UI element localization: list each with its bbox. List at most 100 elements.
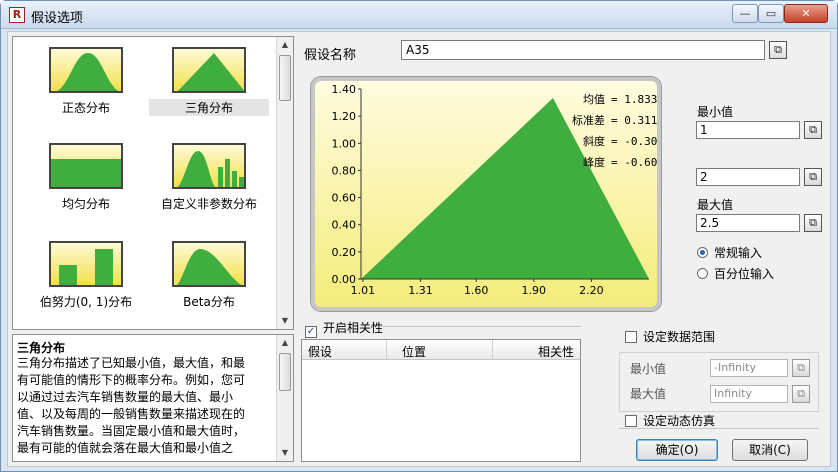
- scroll-down-icon[interactable]: ▼: [277, 445, 293, 461]
- distribution-label: 自定义非参数分布: [160, 197, 257, 211]
- description-line: 三角分布描述了已知最小值，最大值，和最: [17, 356, 246, 370]
- stat-label: 峰度: [583, 155, 605, 169]
- checkbox-label: 开启相关性: [323, 321, 384, 335]
- likely-value-input[interactable]: 2: [696, 168, 800, 186]
- distribution-item-normal[interactable]: 正态分布: [26, 47, 146, 116]
- assumption-name-label: 假设名称: [304, 48, 357, 63]
- description-scrollbar[interactable]: ▲ ▼: [276, 335, 293, 461]
- column-assumption[interactable]: 假设: [308, 343, 332, 360]
- y-tick-label: 1.20: [332, 110, 357, 123]
- cancel-button[interactable]: 取消(C): [732, 439, 808, 461]
- checkbox-label: 设定数据范围: [643, 330, 716, 344]
- cell-reference-icon[interactable]: ⧉: [792, 385, 810, 403]
- radio-unselected-icon: [697, 268, 708, 279]
- cell-reference-icon[interactable]: ⧉: [804, 121, 822, 139]
- distribution-label: 三角分布: [149, 99, 269, 116]
- min-value-label: 最小值: [697, 105, 734, 119]
- stat-label: 斜度: [583, 134, 605, 148]
- scroll-down-icon[interactable]: ▼: [277, 313, 293, 329]
- dynamic-simulation-checkbox[interactable]: 设定动态仿真: [625, 412, 715, 429]
- assumption-options-dialog: R 假设选项 — ▭ ✕ 正态分布 三角分布 均匀分布 自定义非参数分布 伯努力…: [0, 0, 838, 472]
- radio-percentile-input[interactable]: 百分位输入: [697, 265, 774, 282]
- scroll-up-icon[interactable]: ▲: [277, 37, 293, 53]
- y-tick-label: 0.80: [332, 164, 357, 177]
- distribution-description: 三角分布 三角分布描述了已知最小值，最大值，和最 有可能值的情形下的概率分布。例…: [12, 334, 294, 462]
- scroll-up-icon[interactable]: ▲: [277, 335, 293, 351]
- radio-label: 百分位输入: [714, 267, 775, 281]
- distribution-item-triangular[interactable]: 三角分布: [149, 47, 269, 116]
- scroll-thumb[interactable]: [279, 55, 291, 101]
- description-text: 三角分布描述了已知最小值，最大值，和最 有可能值的情形下的概率分布。例如，您可 …: [17, 355, 273, 457]
- close-button[interactable]: ✕: [784, 4, 828, 23]
- triangular-distribution-icon: [172, 47, 246, 93]
- normal-distribution-icon: [49, 47, 123, 93]
- maximize-button[interactable]: ▭: [758, 4, 784, 23]
- x-tick-label: 2.20: [579, 284, 604, 297]
- enable-correlation-checkbox[interactable]: ✓ 开启相关性: [305, 319, 383, 338]
- y-tick-label: 0.40: [332, 219, 357, 232]
- radio-selected-icon: [697, 247, 708, 258]
- distribution-gallery: 正态分布 三角分布 均匀分布 自定义非参数分布 伯努力(0, 1)分布 Beta…: [12, 36, 294, 330]
- description-title: 三角分布: [17, 341, 66, 355]
- beta-distribution-icon: [172, 241, 246, 287]
- range-max-label: 最大值: [630, 387, 667, 401]
- ok-button[interactable]: 确定(O): [636, 439, 718, 461]
- distribution-label: 正态分布: [61, 101, 110, 115]
- range-max-input[interactable]: Infinity: [710, 385, 788, 403]
- distribution-label: 均匀分布: [61, 197, 110, 211]
- custom-nonparametric-distribution-icon: [172, 143, 246, 189]
- stat-label: 均值: [583, 93, 605, 106]
- minimize-button[interactable]: —: [732, 4, 758, 23]
- cell-reference-icon[interactable]: ⧉: [769, 41, 787, 59]
- cell-reference-icon[interactable]: ⧉: [792, 359, 810, 377]
- y-tick-label: 1.40: [332, 83, 357, 96]
- bernoulli-distribution-icon: [49, 241, 123, 287]
- column-location[interactable]: 位置: [402, 343, 426, 360]
- stat-value: = 0.3118: [611, 114, 657, 127]
- column-divider: [386, 340, 387, 360]
- stat-value: = 1.8333: [611, 93, 657, 106]
- x-tick-label: 1.60: [464, 284, 489, 297]
- description-line: 以通过过去汽车销售数量的最大值、最小: [17, 390, 234, 404]
- section-divider: [619, 428, 819, 429]
- section-divider: [381, 326, 581, 327]
- checkbox-checked-icon: ✓: [305, 326, 317, 338]
- app-icon: R: [9, 7, 25, 23]
- checkbox-unchecked-icon: [625, 331, 637, 343]
- uniform-distribution-icon: [49, 143, 123, 189]
- gallery-scrollbar[interactable]: ▲ ▼: [276, 37, 293, 329]
- distribution-chart: 0.00 0.20 0.40 0.60 0.80 1.00 1.20 1.40 1.01 1.31…: [311, 77, 661, 311]
- y-tick-label: 1.00: [332, 137, 357, 150]
- x-tick-label: 1.01: [351, 284, 376, 297]
- window-title: 假设选项: [31, 11, 84, 26]
- distribution-item-beta[interactable]: Beta分布: [149, 241, 269, 310]
- cell-reference-icon[interactable]: ⧉: [804, 168, 822, 186]
- x-tick-label: 1.90: [522, 284, 547, 297]
- distribution-item-uniform[interactable]: 均匀分布: [26, 143, 146, 212]
- radio-normal-input[interactable]: 常规输入: [697, 244, 762, 261]
- min-value-input[interactable]: 1: [696, 121, 800, 139]
- title-bar[interactable]: R 假设选项 — ▭ ✕: [1, 1, 837, 29]
- distribution-area: [361, 98, 649, 279]
- stat-value: = -0.6000: [611, 156, 657, 169]
- description-line: 值、以及每周的一般销售数量来描述现在的: [17, 407, 246, 421]
- range-min-label: 最小值: [630, 362, 667, 376]
- description-line: 最有可能的值就会落在最大值和最小值之: [17, 441, 234, 455]
- column-correlation[interactable]: 相关性: [538, 343, 574, 360]
- correlation-table[interactable]: 假设 位置 相关性: [301, 339, 581, 462]
- assumption-name-input[interactable]: A35: [401, 40, 765, 60]
- dialog-body: 正态分布 三角分布 均匀分布 自定义非参数分布 伯努力(0, 1)分布 Beta…: [7, 31, 831, 467]
- scroll-thumb[interactable]: [279, 353, 291, 391]
- cell-reference-icon[interactable]: ⧉: [804, 214, 822, 232]
- distribution-item-bernoulli[interactable]: 伯努力(0, 1)分布: [26, 241, 146, 310]
- y-tick-label: 0.60: [332, 192, 357, 205]
- distribution-label: Beta分布: [183, 295, 235, 309]
- distribution-item-custom[interactable]: 自定义非参数分布: [149, 143, 269, 212]
- description-line: 汽车销售数量。当固定最小值和最大值时，: [17, 424, 246, 438]
- checkbox-label: 设定动态仿真: [643, 414, 716, 428]
- distribution-label: 伯努力(0, 1)分布: [39, 295, 133, 309]
- x-tick-label: 1.31: [408, 284, 433, 297]
- max-value-input[interactable]: 2.5: [696, 214, 800, 232]
- range-min-input[interactable]: -Infinity: [710, 359, 788, 377]
- set-data-range-checkbox[interactable]: 设定数据范围: [625, 328, 715, 345]
